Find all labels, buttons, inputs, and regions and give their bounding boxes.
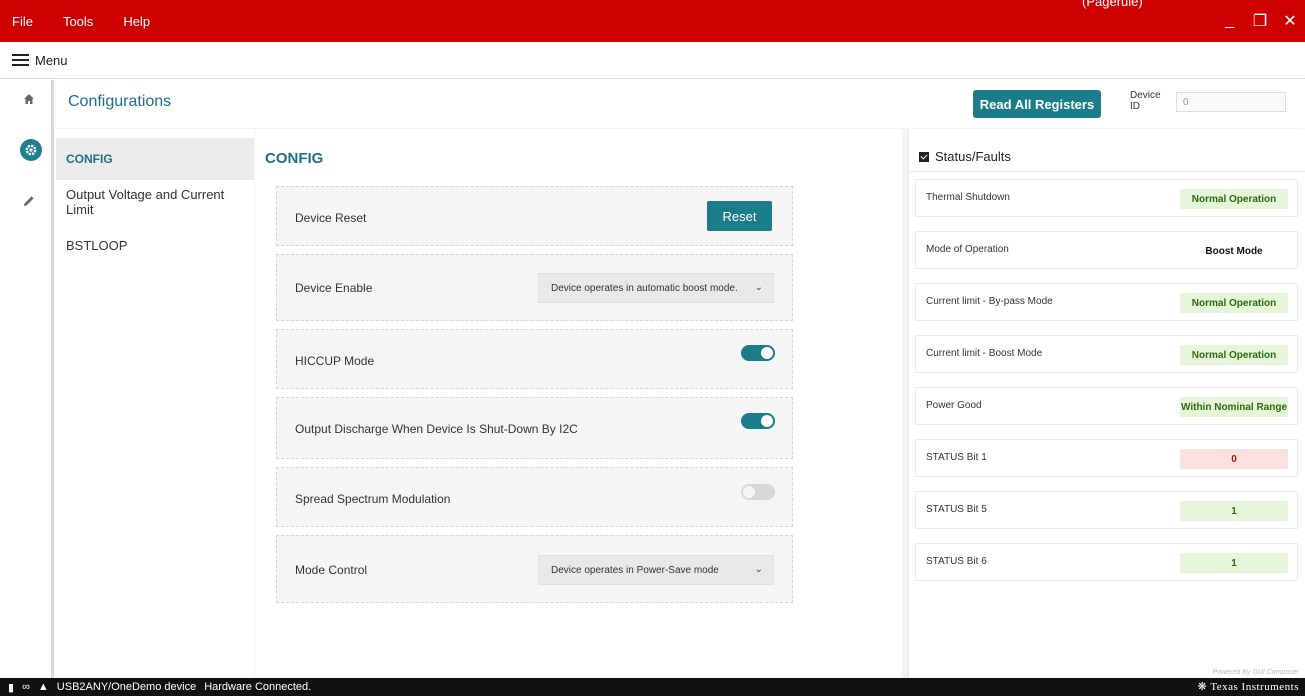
menu-help[interactable]: Help (123, 14, 150, 29)
connection-status-text: Hardware Connected. (204, 681, 312, 693)
mode-control-value: Device operates in Power-Save mode (551, 564, 719, 576)
output-discharge-card: Output Discharge When Device Is Shut-Dow… (276, 397, 793, 459)
mode-control-card: Mode Control Device operates in Power-Sa… (276, 535, 793, 603)
subnav-item-config[interactable]: CONFIG (56, 138, 254, 180)
spread-spectrum-label: Spread Spectrum Modulation (295, 492, 451, 506)
status-title: Status/Faults (935, 149, 1011, 164)
status-row-label: STATUS Bit 5 (926, 504, 987, 515)
device-enable-card: Device Enable Device operates in automat… (276, 254, 793, 321)
close-icon[interactable]: ✕ (1275, 11, 1305, 31)
status-row: Mode of Operation Boost Mode (915, 231, 1298, 269)
powered-by-label: Powered By GUI Composer (1212, 669, 1299, 676)
brand-name: Texas Instruments (1210, 681, 1299, 693)
status-row: Power Good Within Nominal Range (915, 387, 1298, 425)
menu-tools[interactable]: Tools (63, 14, 93, 29)
subnav-item-output-voltage[interactable]: Output Voltage and Current Limit (56, 181, 254, 223)
status-panel: Status/Faults Thermal Shutdown Normal Ope… (908, 129, 1305, 678)
status-badge: Normal Operation (1180, 293, 1288, 313)
content-area: CONFIG Output Voltage and Current Limit … (56, 129, 1305, 678)
status-row: Current limit - Boost Mode Normal Operati… (915, 335, 1298, 373)
device-id-input[interactable] (1176, 92, 1286, 112)
reset-button[interactable]: Reset (707, 201, 772, 231)
status-badge: 0 (1180, 449, 1288, 469)
top-link-text[interactable]: (Pagerule) (1082, 0, 1143, 9)
status-row: STATUS Bit 6 1 (915, 543, 1298, 581)
chevron-down-icon: ⌄ (754, 282, 763, 293)
icon-rail (0, 80, 54, 678)
sub-navigation: CONFIG Output Voltage and Current Limit … (56, 129, 254, 678)
chevron-down-icon: ⌄ (754, 564, 763, 575)
status-row-label: Power Good (926, 400, 982, 411)
device-enable-select[interactable]: Device operates in automatic boost mode.… (538, 273, 774, 303)
status-row-label: STATUS Bit 1 (926, 452, 987, 463)
device-enable-label: Device Enable (295, 281, 373, 295)
status-bar: ▮ ∞ ▲ USB2ANY/OneDemo device Hardware Co… (0, 678, 1305, 696)
pencil-icon[interactable] (18, 190, 40, 212)
read-all-registers-button[interactable]: Read All Registers (973, 90, 1101, 118)
device-reset-label: Device Reset (295, 211, 367, 225)
status-badge: Within Nominal Range (1180, 397, 1288, 417)
spread-spectrum-card: Spread Spectrum Modulation (276, 467, 793, 527)
mode-control-select[interactable]: Device operates in Power-Save mode ⌄ (538, 555, 774, 585)
device-reset-card: Device Reset Reset (276, 186, 793, 246)
status-row: Current limit - By-pass Mode Normal Opera… (915, 283, 1298, 321)
hamburger-icon[interactable] (12, 54, 29, 66)
device-enable-value: Device operates in automatic boost mode. (551, 282, 738, 294)
mode-control-label: Mode Control (295, 563, 368, 577)
hiccup-label: HICCUP Mode (295, 354, 375, 368)
status-badge: 1 (1180, 501, 1288, 521)
status-badge: Normal Operation (1180, 189, 1288, 209)
spread-spectrum-toggle[interactable] (741, 484, 775, 500)
status-header: Status/Faults (909, 142, 1305, 172)
status-row-label: Thermal Shutdown (926, 192, 1010, 203)
status-badge: Boost Mode (1205, 245, 1263, 257)
window-controls: _ ❐ ✕ (1215, 0, 1305, 42)
ti-logo: ❋ Texas Instruments (1197, 681, 1299, 693)
menu-bar: Menu (0, 42, 1305, 79)
restore-icon[interactable]: ❐ (1245, 11, 1275, 31)
config-title: CONFIG (265, 150, 324, 167)
config-panel: CONFIG Device Reset Reset Device Enable … (255, 129, 902, 678)
title-bar: File Tools Help (Pagerule) _ ❐ ✕ (0, 0, 1305, 42)
output-discharge-label: Output Discharge When Device Is Shut-Dow… (295, 422, 578, 436)
hiccup-toggle[interactable] (741, 345, 775, 361)
status-row-label: Current limit - By-pass Mode (926, 296, 1053, 307)
caret-up-icon[interactable]: ▲ (38, 681, 49, 693)
status-row-label: Current limit - Boost Mode (926, 348, 1043, 359)
device-status-text: USB2ANY/OneDemo device (56, 681, 197, 693)
menu-file[interactable]: File (12, 14, 33, 29)
output-discharge-toggle[interactable] (741, 413, 775, 429)
page-header: Configurations Read All Registers Device… (56, 80, 1305, 128)
status-badge: 1 (1180, 553, 1288, 573)
status-row: STATUS Bit 5 1 (915, 491, 1298, 529)
document-icon[interactable]: ▮ (8, 681, 14, 694)
status-row-label: STATUS Bit 6 (926, 556, 987, 567)
status-row: STATUS Bit 1 0 (915, 439, 1298, 477)
hiccup-card: HICCUP Mode (276, 329, 793, 389)
gear-icon[interactable] (20, 139, 42, 161)
device-id-label: Device ID (1130, 90, 1161, 112)
status-row: Thermal Shutdown Normal Operation (915, 179, 1298, 217)
link-icon[interactable]: ∞ (22, 681, 30, 693)
minimize-icon[interactable]: _ (1215, 12, 1245, 30)
top-link[interactable]: (Pagerule) (1082, 0, 1143, 9)
subnav-item-bstloop[interactable]: BSTLOOP (56, 224, 254, 266)
status-row-label: Mode of Operation (926, 244, 1009, 255)
page-title: Configurations (68, 93, 172, 110)
menu-label[interactable]: Menu (35, 53, 68, 68)
status-badge: Normal Operation (1180, 345, 1288, 365)
home-icon[interactable] (18, 88, 40, 110)
checkbox-icon (919, 151, 929, 162)
